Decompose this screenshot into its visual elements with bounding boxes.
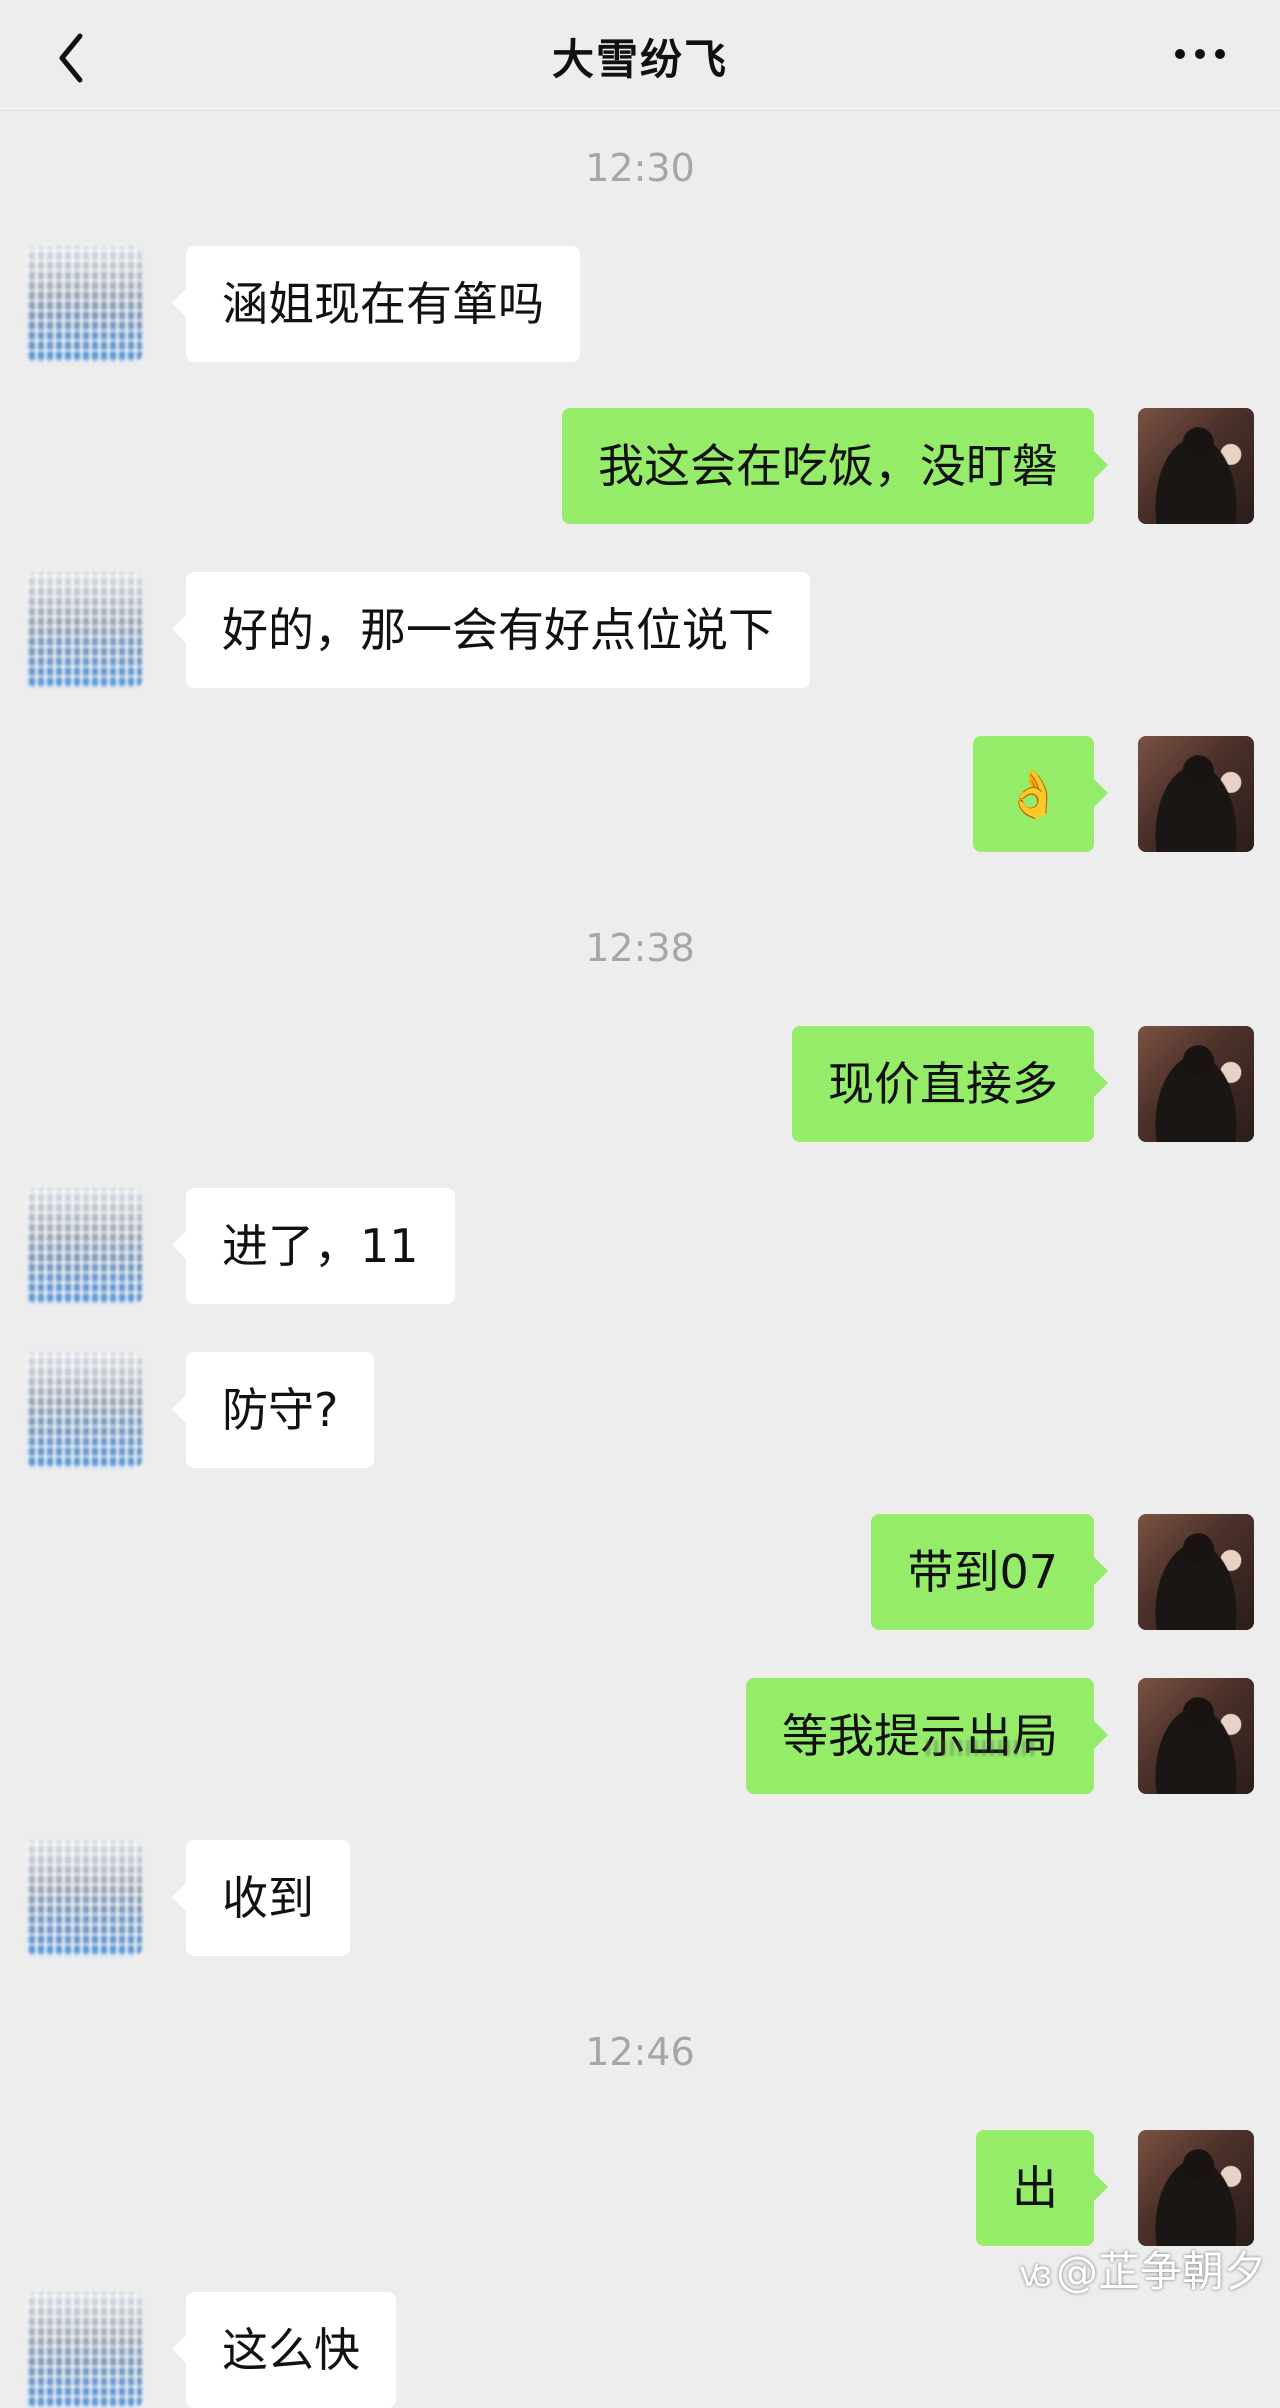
my-avatar[interactable]	[1138, 408, 1254, 524]
contact-avatar[interactable]	[26, 1840, 142, 1956]
watermark-text: @芷争朝夕	[1055, 2247, 1266, 2296]
more-dots-icon	[1175, 49, 1225, 59]
contact-avatar[interactable]	[26, 1188, 142, 1304]
sent-message[interactable]: 我这会在吃饭，没盯磐	[562, 408, 1108, 524]
contact-avatar[interactable]	[26, 572, 142, 688]
watermark: ꟃ@芷争朝夕	[1020, 2238, 1266, 2299]
my-avatar[interactable]	[1138, 1514, 1254, 1630]
received-message[interactable]: 好的，那一会有好点位说下	[172, 572, 810, 688]
contact-avatar[interactable]	[26, 246, 142, 362]
redaction-blur	[926, 1740, 1036, 1756]
chat-title: 大雪纷飞	[551, 35, 728, 84]
received-message[interactable]: 这么快	[172, 2292, 396, 2408]
sent-message[interactable]: 👌	[972, 736, 1109, 852]
platform-logo-icon: ꟃ	[1019, 2254, 1052, 2295]
timestamp: 12:46	[585, 2030, 695, 2074]
my-avatar[interactable]	[1138, 2130, 1254, 2246]
my-avatar[interactable]	[1138, 1678, 1254, 1794]
received-message[interactable]: 防守?	[171, 1352, 375, 1468]
sent-message[interactable]: 现价直接多	[792, 1026, 1108, 1142]
contact-avatar[interactable]	[26, 2292, 142, 2408]
sent-message[interactable]: 等我提示出局	[746, 1678, 1108, 1794]
more-button[interactable]	[1160, 14, 1240, 94]
sent-message[interactable]: 带到07	[871, 1514, 1108, 1630]
my-avatar[interactable]	[1138, 1026, 1254, 1142]
ok-hand-emoji-icon: 👌	[1004, 767, 1062, 821]
received-message[interactable]: 进了，11	[172, 1188, 455, 1304]
received-message[interactable]: 收到	[172, 1840, 350, 1956]
timestamp: 12:38	[585, 926, 695, 970]
contact-avatar[interactable]	[26, 1352, 142, 1468]
received-message[interactable]: 涵姐现在有箪吗	[172, 246, 580, 362]
my-avatar[interactable]	[1138, 736, 1254, 852]
timestamp: 12:30	[585, 146, 695, 190]
sent-message[interactable]: 出	[976, 2130, 1108, 2246]
chat-header: 大雪纷飞	[0, 0, 1280, 111]
